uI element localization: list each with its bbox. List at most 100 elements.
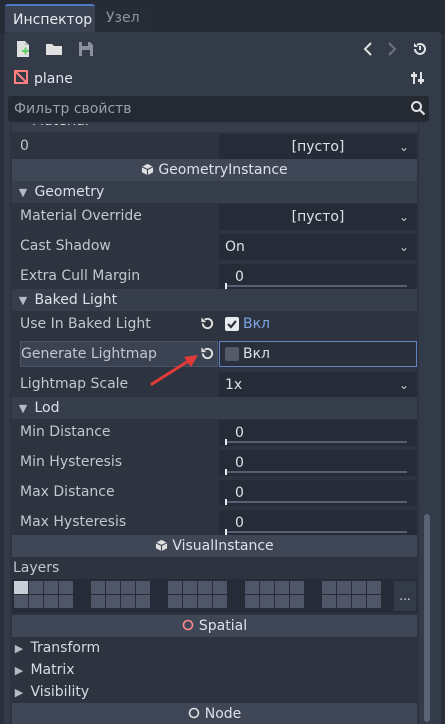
inspector-scrollbar[interactable]	[424, 514, 430, 722]
property-filter-placeholder: Фильтр свойств	[14, 101, 132, 117]
mesh-instance-icon	[14, 70, 30, 86]
lightmap-scale-select[interactable]: 1x ⌄	[219, 372, 417, 398]
chevron-down-icon: ▼	[18, 294, 28, 307]
layer-cell[interactable]	[44, 581, 58, 594]
layer-cell[interactable]	[121, 581, 135, 594]
spatial-section[interactable]: Spatial	[12, 615, 417, 637]
slider-track	[225, 285, 407, 287]
layer-cell[interactable]	[245, 581, 259, 594]
visibility-group-header[interactable]: ▶ Visibility	[12, 681, 417, 703]
layer-cell[interactable]	[260, 581, 274, 594]
layer-cell[interactable]	[322, 595, 336, 608]
layer-cell[interactable]	[245, 595, 259, 608]
material-override-value[interactable]: [пусто] ⌄	[219, 204, 417, 230]
layer-cell[interactable]	[29, 595, 43, 608]
revert-icon[interactable]	[200, 346, 216, 362]
layer-cell[interactable]	[275, 581, 289, 594]
layer-cell[interactable]	[121, 595, 135, 608]
new-resource-icon[interactable]	[12, 38, 34, 60]
history-forward-icon[interactable]	[381, 38, 403, 60]
min-distance-slider[interactable]: 0	[219, 420, 417, 446]
chevron-down-icon: ⌄	[398, 210, 409, 224]
search-icon	[410, 100, 426, 116]
layer-cell[interactable]	[367, 595, 381, 608]
use-in-baked-light-toggle[interactable]: Вкл	[219, 311, 417, 337]
min-hysteresis-slider[interactable]: 0	[219, 450, 417, 476]
geometry-group-header[interactable]: ▼ Geometry	[12, 181, 417, 203]
layer-cell[interactable]	[260, 595, 274, 608]
layer-cell[interactable]	[367, 581, 381, 594]
tools-icon[interactable]	[410, 70, 426, 86]
lightmap-scale-label: Lightmap Scale	[20, 376, 129, 392]
matrix-group-title: Matrix	[30, 662, 75, 678]
min-distance-label: Min Distance	[20, 424, 111, 440]
visual-instance-icon	[155, 537, 168, 559]
layer-cell[interactable]	[59, 581, 73, 594]
layer-cell[interactable]	[198, 581, 212, 594]
layer-cell[interactable]	[136, 595, 150, 608]
layer-cell[interactable]	[275, 595, 289, 608]
revert-icon[interactable]	[200, 316, 216, 332]
transform-group-header[interactable]: ▶ Transform	[12, 637, 417, 659]
layer-cell[interactable]	[213, 581, 227, 594]
layer-cell[interactable]	[14, 581, 28, 594]
max-hysteresis-value-text: 0	[235, 515, 244, 531]
layer-cell[interactable]	[91, 595, 105, 608]
layer-cell[interactable]	[337, 595, 351, 608]
open-folder-icon[interactable]	[43, 38, 65, 60]
geometry-instance-section[interactable]: GeometryInstance	[12, 159, 417, 181]
spatial-icon	[182, 616, 194, 638]
lod-group-header[interactable]: ▼ Lod	[12, 397, 417, 419]
node-section[interactable]: Node	[12, 703, 417, 724]
layer-cell[interactable]	[91, 581, 105, 594]
chevron-right-icon: ▶	[14, 686, 24, 699]
annotation-arrow-icon	[148, 350, 202, 388]
object-history-icon[interactable]	[409, 38, 431, 60]
generate-lightmap-label: Generate Lightmap	[21, 346, 157, 362]
slider-grabber	[225, 499, 227, 505]
max-distance-slider[interactable]: 0	[219, 480, 417, 506]
layer-cell[interactable]	[29, 581, 43, 594]
layer-cell[interactable]	[168, 595, 182, 608]
checkbox-checked-icon	[225, 317, 239, 331]
layer-cell[interactable]	[290, 595, 304, 608]
history-back-icon[interactable]	[357, 38, 379, 60]
layer-cell[interactable]	[168, 581, 182, 594]
chevron-down-icon: ⌄	[398, 378, 409, 392]
generate-lightmap-toggle[interactable]: Вкл	[219, 341, 417, 367]
layer-cell[interactable]	[322, 581, 336, 594]
material-slot-value[interactable]: [пусто] ⌄	[219, 134, 417, 160]
max-hysteresis-slider[interactable]: 0	[219, 510, 417, 536]
layer-cell[interactable]	[213, 595, 227, 608]
layer-cell[interactable]	[337, 581, 351, 594]
visual-instance-section[interactable]: VisualInstance	[12, 535, 417, 557]
extra-cull-margin-label: Extra Cull Margin	[20, 268, 141, 284]
layers-more-button[interactable]: ...	[394, 581, 416, 611]
extra-cull-margin-slider[interactable]: 0	[219, 264, 417, 290]
node-icon	[188, 704, 200, 724]
tab-inspector[interactable]: Инспектор	[5, 4, 95, 32]
max-distance-label: Max Distance	[20, 484, 115, 500]
layer-cell[interactable]	[59, 595, 73, 608]
min-distance-value-text: 0	[235, 425, 244, 441]
slider-track	[225, 531, 407, 533]
layer-cell[interactable]	[136, 581, 150, 594]
layer-cell[interactable]	[352, 581, 366, 594]
layer-cell[interactable]	[44, 595, 58, 608]
layer-cell[interactable]	[198, 595, 212, 608]
save-icon[interactable]	[75, 38, 97, 60]
tab-node[interactable]: Узел	[98, 4, 150, 32]
layer-cell[interactable]	[14, 595, 28, 608]
layer-cell[interactable]	[183, 595, 197, 608]
layer-cell[interactable]	[106, 595, 120, 608]
baked-light-group-header[interactable]: ▼ Baked Light	[12, 289, 417, 311]
layer-cell[interactable]	[290, 581, 304, 594]
layer-cell[interactable]	[352, 595, 366, 608]
layer-cell[interactable]	[106, 581, 120, 594]
geometry-group-title: Geometry	[34, 184, 105, 200]
matrix-group-header[interactable]: ▶ Matrix	[12, 659, 417, 681]
material-group-header[interactable]: Material	[12, 124, 417, 132]
geometry-instance-title: GeometryInstance	[158, 162, 288, 178]
layer-cell[interactable]	[183, 581, 197, 594]
cast-shadow-select[interactable]: On ⌄	[219, 234, 417, 260]
